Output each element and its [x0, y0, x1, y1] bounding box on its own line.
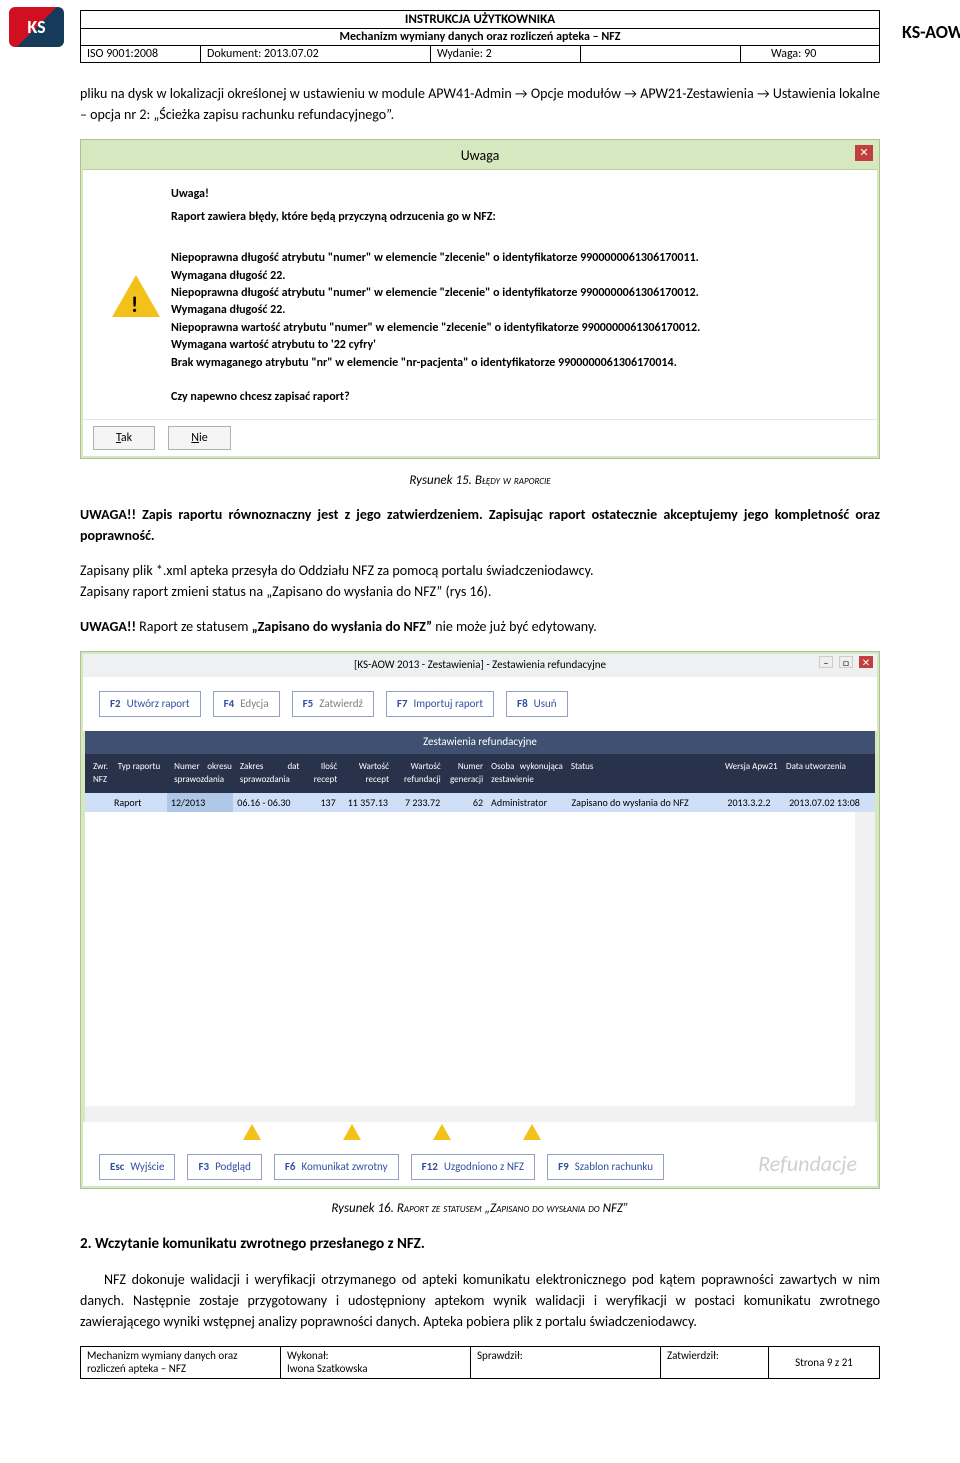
btn-f6[interactable]: F6Komunikat zwrotny: [274, 1154, 399, 1181]
minimize-icon[interactable]: –: [819, 656, 833, 668]
close-icon[interactable]: ✕: [859, 656, 873, 668]
caption-16: Rysunek 16. Raport ze statusem „Zapisano…: [80, 1199, 880, 1219]
btn-f4[interactable]: F4Edycja: [213, 691, 280, 718]
header-title-1: INSTRUKCJA UŻYTKOWNIKA: [81, 11, 879, 29]
arrows-row: [83, 1122, 877, 1142]
btn-f12[interactable]: F12Uzgodniono z NFZ: [411, 1154, 535, 1181]
paragraph-uwaga1: UWAGA!! Zapis raportu równoznaczny jest …: [80, 504, 880, 546]
page-header: KS KS-AOW INSTRUKCJA UŻYTKOWNIKA Mechani…: [80, 10, 880, 63]
btn-f9[interactable]: F9Szablon rachunku: [547, 1154, 664, 1181]
arrow-icon: [343, 1124, 361, 1140]
toolbar-top: F2Utwórz raport F4Edycja F5Zatwierdź F7I…: [83, 677, 877, 732]
nie-button[interactable]: Nie: [168, 426, 230, 450]
header-wydanie: Wydanie: 2: [431, 46, 581, 62]
btn-esc[interactable]: EscWyjście: [99, 1154, 175, 1181]
close-icon[interactable]: ✕: [855, 145, 873, 161]
paragraph-intro: pliku na dysk w lokalizacji określonej w…: [80, 83, 880, 125]
app-window: [KS-AOW 2013 - Zestawienia] - Zestawieni…: [80, 651, 880, 1189]
table-title: Zestawienia refundacyjne: [85, 731, 875, 754]
table-header: Zwr. NFZ Typ raportu Numer okresu sprawo…: [85, 754, 875, 793]
btn-f3[interactable]: F3Podgląd: [187, 1154, 261, 1181]
caption-15: Rysunek 15. Błędy w raporcie: [80, 471, 880, 491]
paragraph-uwaga2: UWAGA!! Raport ze statusem „Zapisano do …: [80, 616, 880, 637]
watermark: Refundacje: [758, 1147, 857, 1180]
page-footer: Mechanizm wymiany danych orazrozliczeń a…: [80, 1346, 880, 1378]
arrow-icon: [243, 1124, 261, 1140]
btn-f7[interactable]: F7Importuj raport: [386, 691, 494, 718]
paragraph-nfz-walidacja: NFZ dokonuje walidacji i weryfikacji otr…: [80, 1269, 880, 1332]
arrow-icon: [523, 1124, 541, 1140]
tak-button[interactable]: Tak: [93, 426, 155, 450]
arrow-icon: [433, 1124, 451, 1140]
btn-f5[interactable]: F5Zatwierdź: [292, 691, 374, 718]
dialog-uwaga: Uwaga ✕ Uwaga! Raport zawiera błędy, któ…: [80, 139, 880, 459]
header-dokument: Dokument: 2013.07.02: [201, 46, 431, 62]
maximize-icon[interactable]: □: [839, 656, 853, 668]
btn-f8[interactable]: F8Usuń: [506, 691, 568, 718]
btn-f2[interactable]: F2Utwórz raport: [99, 691, 201, 718]
header-waga: Waga: 90: [741, 46, 879, 62]
dialog-message: Uwaga! Raport zawiera błędy, które będą …: [171, 186, 859, 407]
section-2-heading: 2. Wczytanie komunikatu zwrotnego przesł…: [80, 1233, 880, 1256]
header-iso: ISO 9001:2008: [81, 46, 201, 62]
table-row[interactable]: Raport 12/2013 06.16 - 06.30 137 11 357.…: [85, 793, 875, 812]
logo: KS: [9, 7, 64, 47]
paragraph-zapis: Zapisany plik *.xml apteka przesyła do O…: [80, 560, 880, 602]
header-right-label: KS-AOW: [902, 21, 960, 43]
toolbar-bottom: EscWyjście F3Podgląd F6Komunikat zwrotny…: [83, 1142, 877, 1187]
app-titlebar: [KS-AOW 2013 - Zestawienia] - Zestawieni…: [83, 654, 877, 677]
warning-icon: [101, 186, 171, 407]
table-blank-area: [85, 812, 875, 1122]
dialog-title: Uwaga ✕: [83, 142, 877, 170]
header-title-2: Mechanizm wymiany danych oraz rozliczeń …: [81, 29, 879, 46]
